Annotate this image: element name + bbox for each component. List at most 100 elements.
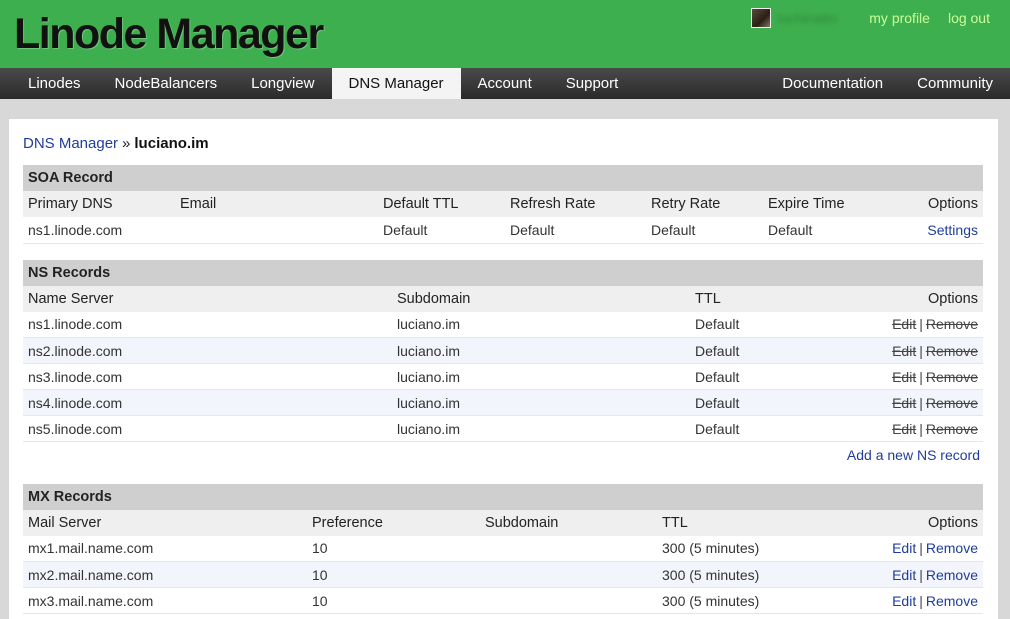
mx-preference: 10 — [307, 587, 480, 614]
ns-ttl: Default — [690, 415, 870, 442]
remove-link[interactable]: Remove — [926, 540, 978, 556]
mx-server: mx2.mail.name.com — [23, 561, 307, 588]
remove-disabled: Remove — [925, 420, 978, 437]
col-options: Options — [883, 191, 983, 217]
ns-subdomain: luciano.im — [392, 415, 690, 442]
ns-add-row: Add a new NS record — [23, 442, 983, 468]
col-default-ttl: Default TTL — [378, 191, 505, 217]
ns-ttl: Default — [690, 311, 870, 338]
separator: | — [919, 368, 923, 385]
ns-server: ns1.linode.com — [23, 311, 392, 338]
edit-link[interactable]: Edit — [892, 567, 916, 583]
table-row: ns5.linode.com luciano.im Default Edit | R… — [23, 415, 983, 442]
soa-retry-rate: Default — [646, 217, 763, 244]
nav-right: Documentation Community — [754, 68, 1010, 99]
mx-ttl: 300 (5 minutes) — [657, 587, 883, 614]
nav-support[interactable]: Support — [549, 68, 636, 99]
breadcrumb-current: luciano.im — [134, 135, 209, 152]
col-mail-server: Mail Server — [23, 509, 307, 536]
edit-link[interactable]: Edit — [892, 593, 916, 609]
remove-disabled: Remove — [925, 342, 978, 359]
remove-link[interactable]: Remove — [926, 567, 978, 583]
add-ns-record-link[interactable]: Add a new NS record — [847, 447, 980, 463]
avatar[interactable] — [751, 8, 772, 28]
soa-default-ttl: Default — [378, 217, 505, 244]
nav-longview[interactable]: Longview — [234, 68, 331, 99]
nav-nodebalancers[interactable]: NodeBalancers — [98, 68, 235, 99]
soa-row: ns1.linode.com Default Default Default D… — [23, 217, 983, 244]
remove-disabled: Remove — [925, 394, 978, 411]
my-profile-link[interactable]: my profile — [869, 10, 930, 26]
edit-disabled: Edit — [892, 394, 917, 411]
soa-settings-link[interactable]: Settings — [927, 222, 978, 238]
nav-account[interactable]: Account — [461, 68, 549, 99]
table-row: mx2.mail.name.com 10 300 (5 minutes) Edi… — [23, 561, 983, 588]
remove-disabled: Remove — [925, 368, 978, 385]
col-email: Email — [175, 191, 378, 217]
col-primary-dns: Primary DNS — [23, 191, 175, 217]
ns-subdomain: luciano.im — [392, 389, 690, 416]
log-out-link[interactable]: log out — [948, 10, 990, 26]
main-nav: Linodes NodeBalancers Longview DNS Manag… — [0, 68, 1010, 99]
breadcrumb-dns-manager[interactable]: DNS Manager — [23, 135, 118, 152]
remove-disabled: Remove — [925, 316, 978, 333]
col-options: Options — [883, 509, 983, 536]
mx-subdomain — [480, 587, 657, 614]
ns-ttl: Default — [690, 337, 870, 364]
edit-link[interactable]: Edit — [892, 540, 916, 556]
user-area: luchinatto my profile log out — [751, 8, 990, 28]
col-subdomain: Subdomain — [480, 509, 657, 536]
nav-community[interactable]: Community — [900, 68, 1010, 99]
ns-server: ns4.linode.com — [23, 389, 392, 416]
soa-primary-dns: ns1.linode.com — [23, 217, 175, 244]
ns-header-row: Name Server Subdomain TTL Options — [23, 285, 983, 312]
col-expire-time: Expire Time — [763, 191, 883, 217]
separator: | — [919, 394, 923, 411]
ns-subdomain: luciano.im — [392, 337, 690, 364]
mx-subdomain — [480, 561, 657, 588]
edit-disabled: Edit — [892, 342, 917, 359]
col-ttl: TTL — [690, 285, 870, 312]
separator: | — [919, 342, 923, 359]
col-retry-rate: Retry Rate — [646, 191, 763, 217]
breadcrumb-separator: » — [122, 135, 131, 152]
ns-server: ns2.linode.com — [23, 337, 392, 364]
separator: | — [919, 566, 923, 583]
username[interactable]: luchinatto — [777, 10, 837, 26]
ns-subdomain: luciano.im — [392, 311, 690, 338]
mx-header-row: Mail Server Preference Subdomain TTL Opt… — [23, 509, 983, 536]
main-content: DNS Manager» luciano.im SOA Record Primar… — [9, 119, 998, 619]
edit-disabled: Edit — [892, 368, 917, 385]
ns-ttl: Default — [690, 363, 870, 390]
nav-dns-manager[interactable]: DNS Manager — [331, 68, 461, 99]
mx-subdomain — [480, 535, 657, 562]
mx-table: MX Records Mail Server Preference Subdom… — [23, 483, 983, 614]
separator: | — [919, 592, 923, 609]
table-row: mx3.mail.name.com 10 300 (5 minutes) Edi… — [23, 587, 983, 614]
col-preference: Preference — [307, 509, 480, 536]
soa-table: SOA Record Primary DNS Email Default TTL… — [23, 165, 983, 244]
ns-subdomain: luciano.im — [392, 363, 690, 390]
ns-title: NS Records — [23, 259, 983, 286]
ns-server: ns3.linode.com — [23, 363, 392, 390]
remove-link[interactable]: Remove — [926, 593, 978, 609]
nav-linodes[interactable]: Linodes — [0, 68, 98, 99]
table-row: ns2.linode.com luciano.im Default Edit | R… — [23, 337, 983, 364]
logo[interactable]: Linode Manager — [14, 10, 324, 59]
mx-title: MX Records — [23, 483, 983, 510]
header: Linode Manager luchinatto my profile log… — [0, 0, 1010, 68]
mx-ttl: 300 (5 minutes) — [657, 561, 883, 588]
soa-email — [175, 217, 378, 244]
separator: | — [919, 540, 923, 557]
mx-ttl: 300 (5 minutes) — [657, 535, 883, 562]
ns-table: NS Records Name Server Subdomain TTL Opt… — [23, 259, 983, 468]
nav-documentation[interactable]: Documentation — [754, 68, 900, 99]
soa-refresh-rate: Default — [505, 217, 646, 244]
edit-disabled: Edit — [892, 420, 917, 437]
col-name-server: Name Server — [23, 285, 392, 312]
soa-header-row: Primary DNS Email Default TTL Refresh Ra… — [23, 191, 983, 217]
table-row: ns1.linode.com luciano.im Default Edit | R… — [23, 311, 983, 338]
col-refresh-rate: Refresh Rate — [505, 191, 646, 217]
edit-disabled: Edit — [892, 316, 917, 333]
mx-server: mx3.mail.name.com — [23, 587, 307, 614]
